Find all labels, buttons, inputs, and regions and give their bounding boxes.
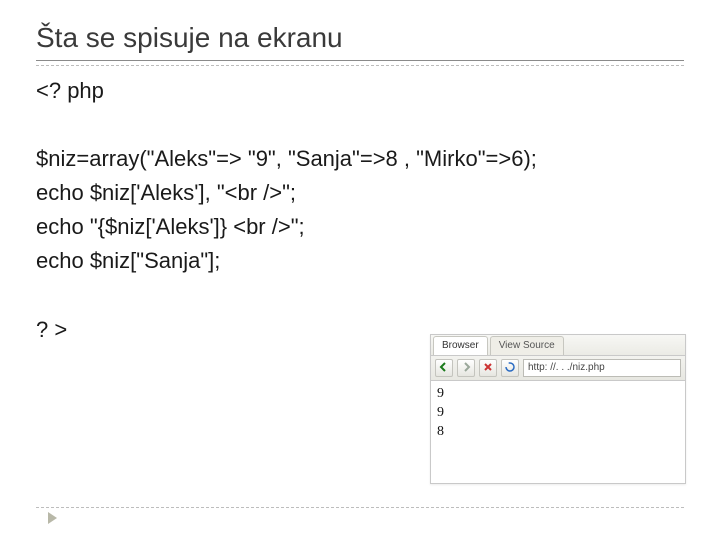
code-line: $niz=array("Aleks"=> "9", "Sanja"=>8 , "… [36, 146, 537, 171]
code-line: echo "{$niz['Aleks']} <br />"; [36, 214, 305, 239]
code-block: <? php $niz=array("Aleks"=> "9", "Sanja"… [36, 74, 684, 347]
toolbar: http: //. . ./niz.php [431, 356, 685, 381]
divider [36, 65, 684, 66]
address-bar[interactable]: http: //. . ./niz.php [523, 359, 681, 377]
stop-icon [483, 362, 493, 375]
browser-preview: Browser View Source [430, 334, 686, 484]
back-button[interactable] [435, 359, 453, 377]
refresh-icon [505, 362, 515, 375]
tab-browser[interactable]: Browser [433, 336, 488, 355]
output-line: 9 [437, 404, 679, 423]
page-title: Šta se spisuje na ekranu [36, 22, 684, 61]
code-line: echo $niz["Sanja"]; [36, 248, 220, 273]
tab-bar: Browser View Source [431, 335, 685, 356]
output-line: 9 [437, 385, 679, 404]
refresh-button[interactable] [501, 359, 519, 377]
tab-view-source[interactable]: View Source [490, 336, 564, 355]
code-line: <? php [36, 78, 104, 103]
output-line: 8 [437, 423, 679, 442]
code-line: ? > [36, 317, 67, 342]
arrow-right-icon [461, 362, 471, 375]
code-line: echo $niz['Aleks'], "<br />"; [36, 180, 296, 205]
slide: Šta se spisuje na ekranu <? php $niz=arr… [0, 0, 720, 540]
bullet-icon [48, 512, 57, 524]
forward-button[interactable] [457, 359, 475, 377]
browser-viewport: 9 9 8 [431, 381, 685, 446]
divider [36, 507, 684, 508]
arrow-left-icon [439, 362, 449, 375]
stop-button[interactable] [479, 359, 497, 377]
